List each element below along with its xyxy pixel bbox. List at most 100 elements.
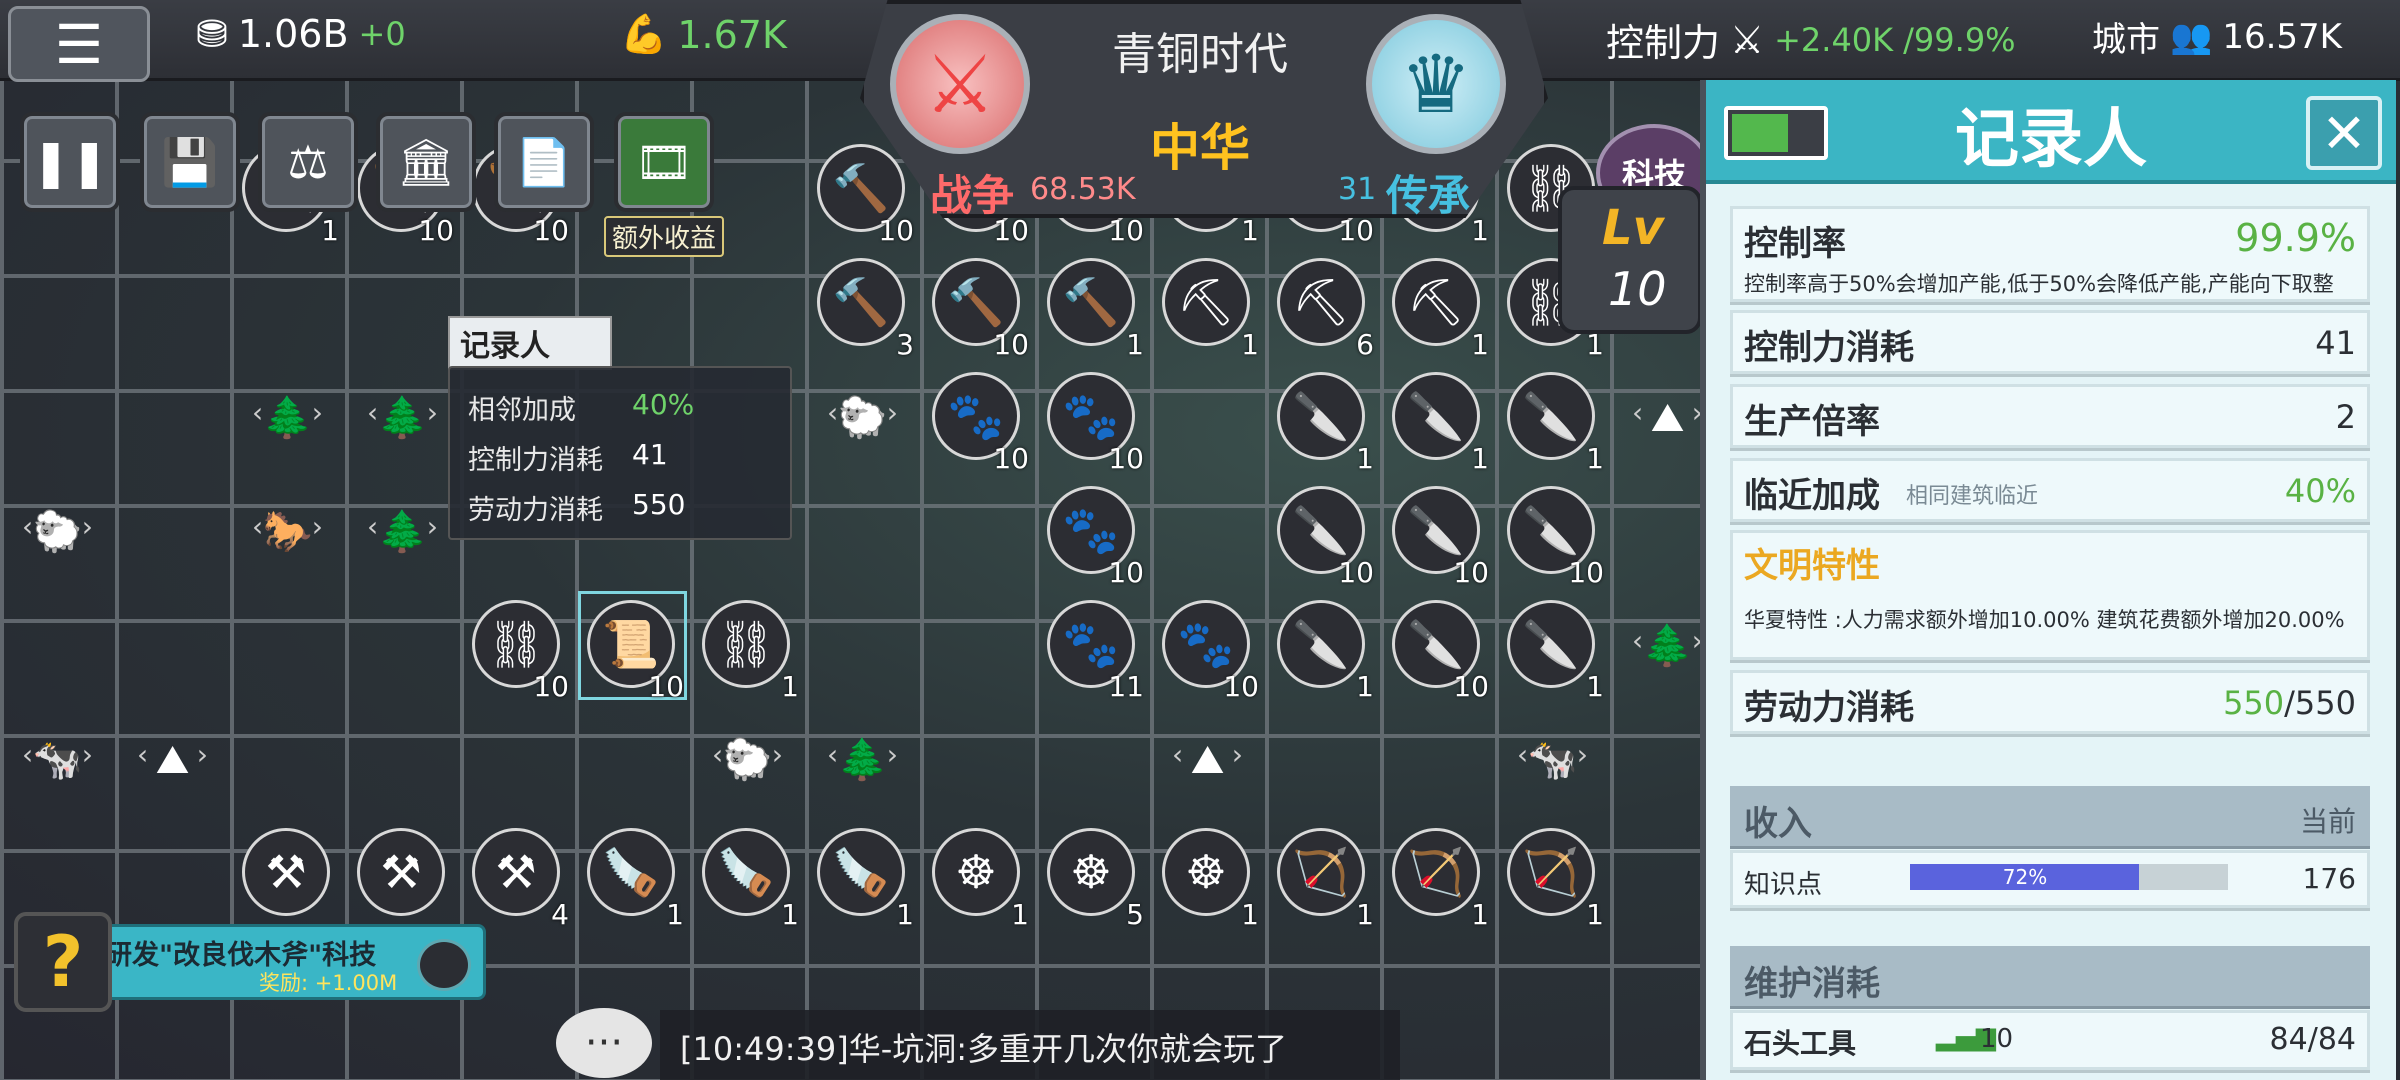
building-icon: 🔪 — [1507, 600, 1595, 688]
building-count: 6 — [1356, 328, 1374, 361]
resource-tile[interactable]: 🐑 — [0, 474, 115, 589]
resource-tile[interactable]: 🐎 — [230, 474, 345, 589]
building-count: 10 — [1338, 214, 1374, 247]
building-icon: 🔪 — [1277, 600, 1365, 688]
building-icon: ⚒ — [242, 828, 330, 916]
building-tile[interactable]: ☸ 1 — [1150, 816, 1265, 931]
building-tile[interactable]: ⛓ 10 — [460, 588, 575, 703]
building-tile[interactable]: 🔨 1 — [1035, 246, 1150, 361]
building-tile[interactable]: 🪚 1 — [575, 816, 690, 931]
building-tile[interactable]: 🐾 10 — [1035, 474, 1150, 589]
building-tile[interactable]: 🐾 11 — [1035, 588, 1150, 703]
building-tile[interactable]: 🏹 1 — [1495, 816, 1610, 931]
income-current-label: 当前 — [2299, 805, 2356, 838]
production-multiplier-row: 生产倍率 2 — [1730, 384, 2370, 451]
control-cost-row: 控制力消耗 41 — [1730, 310, 2370, 377]
level-badge[interactable]: Lv 10 — [1558, 186, 1702, 334]
knowledge-label: 知识点 — [1744, 870, 1823, 900]
building-icon: 🪚 — [702, 828, 790, 916]
resource-tile[interactable]: 🐑 — [805, 360, 920, 475]
chat-bar[interactable]: [10:49:39]华-坑洞:多重开几次你就会玩了 — [660, 1010, 1400, 1080]
building-tile[interactable]: 🪚 1 — [690, 816, 805, 931]
building-tile[interactable]: 🔪 10 — [1495, 474, 1610, 589]
resource-tile[interactable]: 🌲 — [805, 702, 920, 817]
building-tile[interactable]: ⚒ — [230, 816, 345, 931]
control-display: 控制力 ⚔ +2.40K /99.9% — [1606, 12, 2016, 67]
building-tile[interactable]: ⚒ — [345, 816, 460, 931]
building-tile[interactable]: 🔪 10 — [1380, 474, 1495, 589]
resource-tile[interactable]: 🐑 — [690, 702, 805, 817]
building-count: 10 — [1338, 556, 1374, 589]
building-tile[interactable]: 🔪 1 — [1380, 360, 1495, 475]
building-tile[interactable]: ☸ 1 — [920, 816, 1035, 931]
resource-tile[interactable]: ⛰ — [115, 702, 230, 817]
war-icon[interactable]: ⚔ — [890, 14, 1030, 154]
people-icon: 👥 — [2170, 16, 2213, 57]
close-button[interactable]: ✕ — [2306, 96, 2382, 170]
pause-icon: ❚❚ — [31, 135, 109, 189]
building-icon: 🪚 — [817, 828, 905, 916]
building-count: 1 — [1471, 442, 1489, 475]
labor-used: 550 — [2223, 684, 2285, 722]
quest-banner[interactable]: 研发"改良伐木斧"科技 奖励: +1.00M — [100, 924, 486, 1000]
save-button[interactable]: 💾 — [140, 112, 240, 212]
building-tile[interactable]: 🔪 10 — [1265, 474, 1380, 589]
building-icon: ☸ — [1162, 828, 1250, 916]
building-tile[interactable]: ☸ 5 — [1035, 816, 1150, 931]
balance-button[interactable]: ⚖ — [258, 112, 358, 212]
knowledge-progress-bar: 72% — [1910, 864, 2228, 890]
building-icon: 🏹 — [1277, 828, 1365, 916]
crown-icon[interactable]: ♛ — [1366, 14, 1506, 154]
chat-bubble-icon[interactable]: ··· — [556, 1008, 652, 1078]
building-tile[interactable]: 🔨10 — [920, 246, 1035, 361]
crossed-swords-icon: ⚔ — [1730, 17, 1765, 62]
building-count: 1 — [1586, 670, 1604, 703]
building-icon: 🔪 — [1392, 372, 1480, 460]
building-tile[interactable]: ⛓1 — [690, 588, 805, 703]
building-tile[interactable]: 🐾 10 — [1035, 360, 1150, 475]
resource-tile[interactable]: 🌲 — [345, 360, 460, 475]
production-multiplier-value: 2 — [2335, 398, 2356, 436]
building-tile[interactable]: 🪚 1 — [805, 816, 920, 931]
building-tile[interactable]: 🔪 10 — [1380, 588, 1495, 703]
control-rate-label: 控制率 — [1744, 224, 1846, 264]
resource-tile[interactable]: 🌲 — [230, 360, 345, 475]
gold-display: ⛃ 1.06B +0 — [196, 12, 406, 56]
city-display: 城市 👥 16.57K — [2092, 12, 2342, 61]
building-tile[interactable]: 🔪 1 — [1265, 588, 1380, 703]
building-tile[interactable]: 🔨 3 — [805, 246, 920, 361]
resource-tile[interactable]: ⛰ — [1150, 702, 1265, 817]
scales-icon: ⚖ — [287, 135, 329, 189]
pause-button[interactable]: ❚❚ — [20, 112, 120, 212]
building-tile[interactable]: ⛏1 — [1150, 246, 1265, 361]
upkeep-section-header[interactable]: 维护消耗 — [1730, 946, 2370, 1009]
question-icon[interactable]: ? — [14, 912, 112, 1012]
building-icon: ⛏ — [1277, 258, 1365, 346]
resource-icon: 🐑 — [0, 474, 115, 589]
building-tile[interactable]: 🏹 1 — [1265, 816, 1380, 931]
resource-icon: ⛰ — [1150, 702, 1265, 817]
building-tile[interactable]: ⛏ 6 — [1265, 246, 1380, 361]
building-icon: 🔨 — [817, 258, 905, 346]
income-section-header[interactable]: 收入 当前 — [1730, 786, 2370, 849]
building-tile[interactable]: 🐾 10 — [1150, 588, 1265, 703]
building-tile[interactable]: 🔪 1 — [1495, 360, 1610, 475]
building-tile[interactable]: 🔪 1 — [1265, 360, 1380, 475]
city-value: 16.57K — [2222, 16, 2342, 57]
building-count: 1 — [1241, 898, 1259, 931]
building-tile[interactable]: 📜 10 — [575, 588, 690, 703]
building-tile[interactable]: 🐾 10 — [920, 360, 1035, 475]
government-button[interactable]: 🏛 — [376, 112, 476, 212]
menu-icon[interactable]: ☰ — [8, 6, 150, 82]
building-tile[interactable]: ⚒ 4 — [460, 816, 575, 931]
document-button[interactable]: 📄 — [494, 112, 594, 212]
labor-cost-row: 劳动力消耗 550/550 — [1730, 670, 2370, 737]
building-tile[interactable]: 🔪 1 — [1495, 588, 1610, 703]
extra-income-button[interactable]: 🎞 — [614, 112, 714, 212]
resource-tile[interactable]: 🐄 — [1495, 702, 1610, 817]
building-tile[interactable]: ⛏1 — [1380, 246, 1495, 361]
building-icon: 🏛 — [396, 134, 456, 189]
building-tile[interactable]: 🏹 1 — [1380, 816, 1495, 931]
resource-tile[interactable]: 🐄 — [0, 702, 115, 817]
resource-tile[interactable]: 🌲 — [345, 474, 460, 589]
